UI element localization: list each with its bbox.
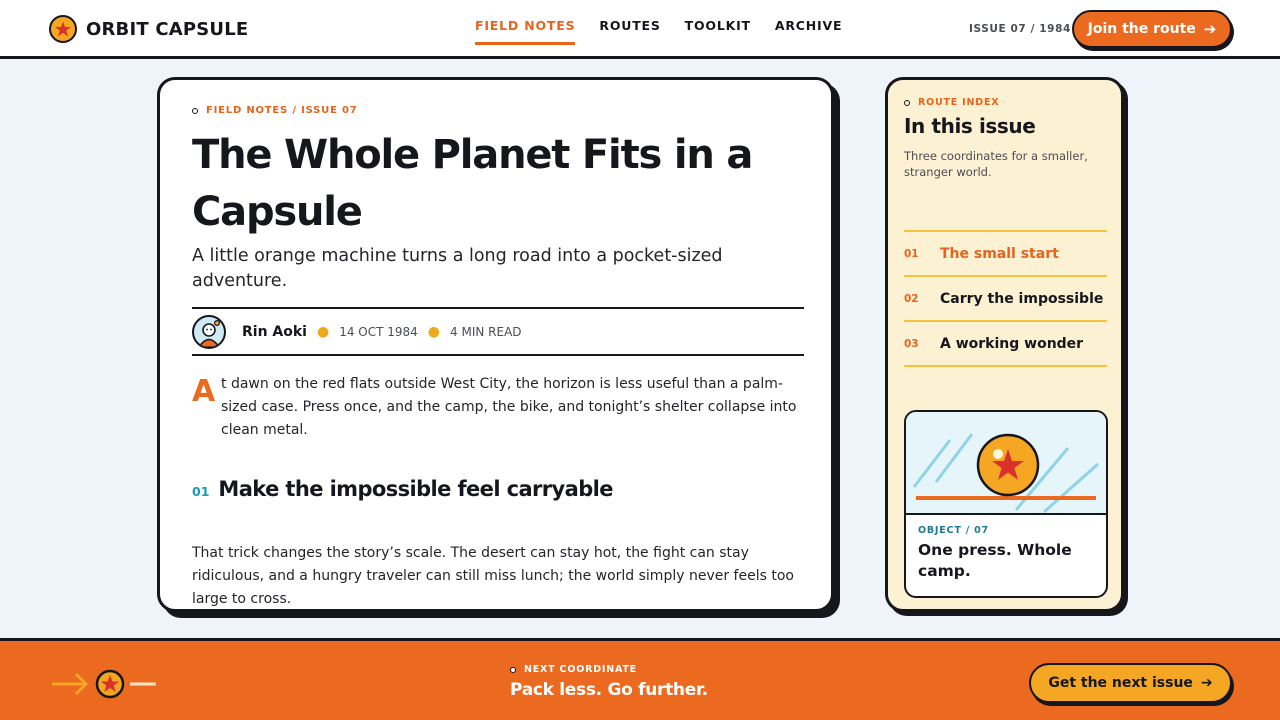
next-issue-button[interactable]: Get the next issue ➔ — [1029, 663, 1232, 703]
lede-text: t dawn on the red flats outside West Cit… — [221, 376, 797, 438]
table-of-contents: 01 The small start 02 Carry the impossib… — [904, 230, 1107, 367]
nav-toolkit[interactable]: TOOLKIT — [685, 18, 751, 45]
capsule-illustration — [906, 412, 1106, 515]
drop-cap: A — [192, 374, 216, 409]
route-index-sidebar: ROUTE INDEX In this issue Three coordina… — [885, 77, 1124, 612]
next-issue-label: Get the next issue — [1048, 675, 1193, 691]
article-eyebrow: FIELD NOTES / ISSUE 07 — [192, 105, 358, 116]
nav-field-notes[interactable]: FIELD NOTES — [475, 18, 576, 45]
article-eyebrow-text: FIELD NOTES / ISSUE 07 — [206, 105, 358, 116]
object-tag: OBJECT / 07 — [918, 525, 989, 536]
toc-label: The small start — [940, 245, 1059, 262]
footer-eyebrow: NEXT COORDINATE — [510, 664, 637, 675]
toc-number: 03 — [904, 337, 919, 350]
toc-number: 02 — [904, 292, 919, 305]
brand-name: ORBIT CAPSULE — [86, 18, 249, 40]
bullet-dot-icon — [510, 666, 516, 673]
author-name[interactable]: Rin Aoki — [242, 324, 307, 340]
join-route-label: Join the route — [1087, 21, 1196, 37]
issue-label: ISSUE 07 / 1984 — [969, 23, 1071, 35]
top-bar: ORBIT CAPSULE FIELD NOTES ROUTES TOOLKIT… — [0, 0, 1280, 59]
capsule-star-icon — [49, 15, 77, 43]
brand-logo[interactable]: ORBIT CAPSULE — [49, 15, 248, 43]
arrow-right-icon: ➔ — [1203, 20, 1217, 38]
toc-item-small-start[interactable]: 01 The small start — [904, 232, 1107, 277]
object-title: One press. Whole camp. — [918, 541, 1072, 580]
section-heading: 01 Make the impossible feel carryable — [192, 477, 613, 501]
sidebar-title: In this issue — [904, 114, 1036, 138]
footer-eyebrow-text: NEXT COORDINATE — [524, 664, 637, 675]
bullet-dot-icon — [192, 107, 198, 114]
sidebar-eyebrow: ROUTE INDEX — [904, 97, 999, 108]
section-title: Make the impossible feel carryable — [218, 477, 613, 501]
sidebar-subtitle: Three coordinates for a smaller, strange… — [904, 149, 1088, 179]
toc-number: 01 — [904, 247, 919, 260]
section-number: 01 — [192, 484, 210, 499]
join-route-button[interactable]: Join the route ➔ — [1072, 10, 1232, 48]
article-title: The Whole Planet Fits in a Capsule — [192, 132, 753, 235]
publish-date: 14 OCT 1984 — [339, 324, 418, 339]
footer-title: Pack less. Go further. — [510, 680, 708, 700]
author-avatar[interactable] — [192, 314, 226, 349]
separator-dot: ● — [427, 323, 441, 340]
byline: Rin Aoki ● 14 OCT 1984 ● 4 MIN READ — [192, 307, 804, 356]
toc-label: Carry the impossible — [940, 290, 1104, 307]
object-card[interactable]: OBJECT / 07 One press. Whole camp. — [904, 410, 1108, 598]
lede-paragraph: A t dawn on the red flats outside West C… — [192, 373, 804, 442]
toc-item-working-wonder[interactable]: 03 A working wonder — [904, 322, 1107, 367]
main-nav: FIELD NOTES ROUTES TOOLKIT ARCHIVE — [475, 18, 866, 45]
toc-label: A working wonder — [940, 335, 1084, 352]
bullet-dot-icon — [904, 99, 910, 106]
sidebar-eyebrow-text: ROUTE INDEX — [918, 97, 1000, 108]
read-time: 4 MIN READ — [450, 324, 522, 339]
separator-dot: ● — [316, 323, 330, 340]
toc-item-carry-impossible[interactable]: 02 Carry the impossible — [904, 277, 1107, 322]
nav-routes[interactable]: ROUTES — [599, 18, 660, 45]
nav-archive[interactable]: ARCHIVE — [775, 18, 842, 45]
body-paragraph: That trick changes the story’s scale. Th… — [192, 545, 794, 607]
article-deck: A little orange machine turns a long roa… — [192, 246, 723, 291]
article-card: FIELD NOTES / ISSUE 07 The Whole Planet … — [157, 77, 834, 612]
arrow-right-icon: ➔ — [1200, 675, 1213, 691]
capsule-route-icon — [50, 665, 160, 703]
footer-bar: NEXT COORDINATE Pack less. Go further. G… — [0, 638, 1280, 720]
